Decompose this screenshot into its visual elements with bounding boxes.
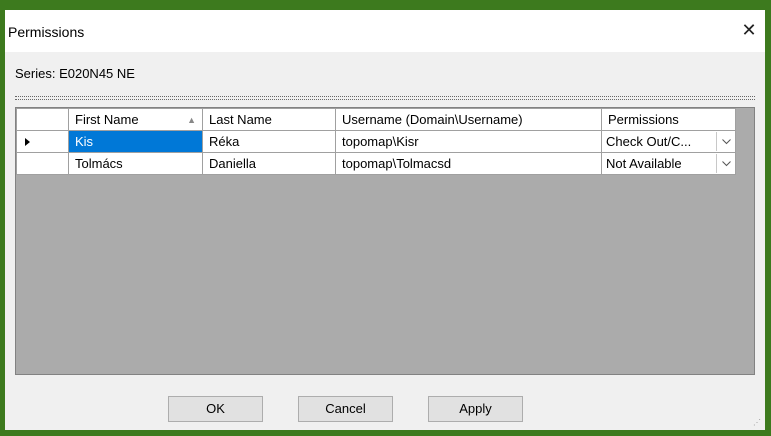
- cell-username[interactable]: topomap\Tolmacsd: [335, 152, 602, 175]
- ok-button[interactable]: OK: [168, 396, 263, 422]
- permissions-dropdown-value: Check Out/C...: [606, 134, 692, 149]
- permissions-dropdown[interactable]: Check Out/C...: [603, 132, 735, 152]
- column-header-label: Permissions: [608, 112, 679, 127]
- cell-permissions[interactable]: Check Out/C...: [601, 130, 736, 153]
- row-header[interactable]: [16, 130, 69, 153]
- title-bar: Permissions ✕: [5, 10, 765, 52]
- series-label: Series: E020N45 NE: [15, 66, 135, 81]
- apply-button[interactable]: Apply: [428, 396, 523, 422]
- row-pointer-icon: [25, 137, 30, 146]
- close-icon[interactable]: ✕: [739, 20, 759, 40]
- cell-first-name[interactable]: Tolmács: [68, 152, 203, 175]
- window-title: Permissions: [8, 24, 85, 40]
- column-header-label: Last Name: [209, 112, 272, 127]
- resize-grip-icon[interactable]: ⋰: [753, 418, 763, 428]
- header-row: First Name ▲ Last Name Username (Domain\…: [16, 108, 736, 131]
- table-row[interactable]: Tolmács Daniella topomap\Tolmacsd Not Av…: [16, 152, 736, 175]
- row-header-corner: [16, 108, 69, 131]
- column-header-label: Username (Domain\Username): [342, 112, 523, 127]
- permissions-grid[interactable]: First Name ▲ Last Name Username (Domain\…: [15, 107, 755, 375]
- column-header-label: First Name: [75, 112, 139, 127]
- cell-username[interactable]: topomap\Kisr: [335, 130, 602, 153]
- column-header-last-name[interactable]: Last Name: [202, 108, 336, 131]
- cell-permissions[interactable]: Not Available: [601, 152, 736, 175]
- cancel-button[interactable]: Cancel: [298, 396, 393, 422]
- row-header[interactable]: [16, 152, 69, 175]
- chevron-down-icon[interactable]: [716, 154, 735, 173]
- permissions-dialog: Permissions ✕ Series: E020N45 NE First N…: [5, 10, 765, 430]
- column-header-username[interactable]: Username (Domain\Username): [335, 108, 602, 131]
- permissions-dropdown-value: Not Available: [606, 156, 682, 171]
- cell-last-name[interactable]: Daniella: [202, 152, 336, 175]
- column-header-permissions[interactable]: Permissions: [601, 108, 736, 131]
- permissions-dropdown[interactable]: Not Available: [603, 154, 735, 174]
- column-header-first-name[interactable]: First Name ▲: [68, 108, 203, 131]
- separator: [15, 96, 755, 100]
- chevron-down-icon[interactable]: [716, 132, 735, 151]
- table-row[interactable]: Kis Réka topomap\Kisr Check Out/C...: [16, 130, 736, 153]
- cell-last-name[interactable]: Réka: [202, 130, 336, 153]
- cell-first-name[interactable]: Kis: [68, 130, 203, 153]
- permissions-table: First Name ▲ Last Name Username (Domain\…: [16, 108, 736, 175]
- sort-ascending-icon: ▲: [187, 115, 196, 125]
